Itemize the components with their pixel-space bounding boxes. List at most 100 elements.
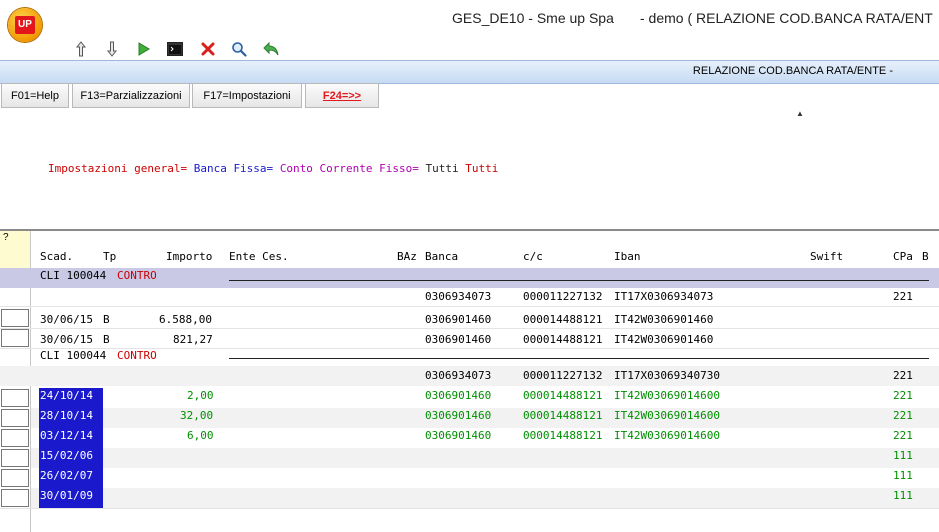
row-banca: 0306901460 — [425, 409, 492, 422]
conto-fisso-label: Conto Corrente Fisso= — [279, 162, 419, 175]
summary-iban: IT17X03069340730 — [614, 369, 720, 382]
row-select-checkbox[interactable] — [1, 449, 29, 467]
row-select-checkbox[interactable] — [1, 309, 29, 327]
row-select-checkbox[interactable] — [1, 489, 29, 507]
band-title: RELAZIONE COD.BANCA RATA/ENTE - — [692, 65, 893, 77]
row-scad: 03/12/14 — [40, 429, 93, 442]
row-iban: IT42W03069014600 — [614, 429, 720, 442]
row-importo: 32,00 — [180, 409, 214, 422]
row-scad: 26/02/07 — [40, 469, 93, 482]
row-cpa: 221 — [893, 389, 913, 402]
col-scad[interactable]: Scad. — [40, 250, 73, 263]
group-tag: CONTRO — [117, 349, 157, 362]
f24-more-button[interactable]: F24=>> — [305, 83, 379, 108]
row-scad: 30/01/09 — [40, 489, 93, 502]
col-banca[interactable]: Banca — [425, 250, 458, 263]
banca-fissa-value: Tutti — [425, 162, 459, 175]
summary-banca: 0306934073 — [425, 290, 492, 303]
row-iban: IT42W0306901460 — [614, 313, 714, 326]
row-scad: 15/02/06 — [40, 449, 93, 462]
col-baz[interactable]: BAz — [397, 250, 417, 263]
row-banca: 0306901460 — [425, 313, 492, 326]
close-icon[interactable] — [199, 40, 217, 58]
selection-header-label: ? — [3, 232, 9, 243]
row-select-checkbox[interactable] — [1, 429, 29, 447]
row-iban: IT42W0306901460 — [614, 333, 714, 346]
row-cpa: 111 — [893, 469, 913, 482]
row-importo: 821,27 — [173, 333, 213, 346]
row-banca: 0306901460 — [425, 389, 492, 402]
row-scad: 30/06/15 — [40, 333, 93, 346]
row-cpa: 111 — [893, 449, 913, 462]
row-select-checkbox[interactable] — [1, 329, 29, 347]
caret-up-icon: ▲ — [796, 109, 804, 118]
row-separator — [0, 508, 939, 509]
row-cc: 000014488121 — [523, 313, 603, 326]
terminal-icon[interactable] — [166, 40, 184, 58]
search-icon[interactable] — [230, 40, 248, 58]
row-cpa: 221 — [893, 429, 913, 442]
undo-icon[interactable] — [262, 40, 280, 58]
group-tag: CONTRO — [117, 269, 157, 282]
row-importo: 6.588,00 — [159, 313, 212, 326]
summary-cpa: 221 — [893, 369, 913, 382]
settings-label: Impostazioni general= — [48, 162, 188, 175]
row-importo: 2,00 — [187, 389, 214, 402]
play-icon[interactable] — [134, 40, 152, 58]
row-banca: 0306901460 — [425, 333, 492, 346]
summary-cpa: 221 — [893, 290, 913, 303]
group-client: CLI 100044 — [40, 349, 107, 362]
summary-iban: IT17X0306934073 — [614, 290, 714, 303]
row-stripe — [31, 448, 939, 468]
summary-cc: 000011227132 — [523, 369, 603, 382]
col-b[interactable]: B — [922, 250, 929, 263]
arrow-up-icon[interactable] — [72, 40, 90, 58]
row-tp: B — [103, 313, 110, 326]
col-cc[interactable]: c/c — [523, 250, 543, 263]
row-iban: IT42W03069014600 — [614, 389, 720, 402]
arrow-down-icon[interactable] — [103, 40, 121, 58]
row-iban: IT42W03069014600 — [614, 409, 720, 422]
row-separator — [0, 328, 939, 329]
row-stripe — [31, 488, 939, 508]
f01-help-button[interactable]: F01=Help — [1, 83, 69, 108]
settings-line: Impostazioni general= Banca Fissa= Conto… — [48, 162, 498, 175]
summary-banca: 0306934073 — [425, 369, 492, 382]
col-iban[interactable]: Iban — [614, 250, 641, 263]
conto-fisso-value: Tutti — [465, 162, 499, 175]
f17-impostazioni-button[interactable]: F17=Impostazioni — [192, 83, 302, 108]
row-select-checkbox[interactable] — [1, 409, 29, 427]
row-cc: 000014488121 — [523, 429, 603, 442]
row-cc: 000014488121 — [523, 333, 603, 346]
col-ente-ces[interactable]: Ente Ces. — [229, 250, 289, 263]
col-cpa[interactable]: CPa — [893, 250, 913, 263]
row-select-checkbox[interactable] — [1, 469, 29, 487]
row-cpa: 221 — [893, 409, 913, 422]
summary-cc: 000011227132 — [523, 290, 603, 303]
row-scad: 30/06/15 — [40, 313, 93, 326]
f13-parzializzazioni-button[interactable]: F13=Parzializzazioni — [72, 83, 190, 108]
col-tp[interactable]: Tp — [103, 250, 116, 263]
grid-top-border — [0, 229, 939, 231]
row-banca: 0306901460 — [425, 429, 492, 442]
row-cpa: 111 — [893, 489, 913, 502]
banca-fissa-label: Banca Fissa= — [193, 162, 274, 175]
app-title: GES_DE10 - Sme up Spa — [452, 10, 614, 26]
group-client: CLI 100044 — [40, 269, 107, 282]
row-scad: 28/10/14 — [40, 409, 93, 422]
app-logo: UP — [8, 8, 42, 42]
row-tp: B — [103, 333, 110, 346]
group-divider — [229, 280, 929, 281]
col-swift[interactable]: Swift — [810, 250, 843, 263]
row-select-checkbox[interactable] — [1, 389, 29, 407]
header-band: RELAZIONE COD.BANCA RATA/ENTE - — [0, 60, 939, 84]
row-cc: 000014488121 — [523, 409, 603, 422]
col-importo[interactable]: Importo — [166, 250, 212, 263]
group-divider — [229, 358, 929, 359]
row-separator — [0, 306, 939, 307]
row-importo: 6,00 — [187, 429, 214, 442]
row-cc: 000014488121 — [523, 389, 603, 402]
row-scad: 24/10/14 — [40, 389, 93, 402]
window-title: - demo ( RELAZIONE COD.BANCA RATA/ENT — [640, 10, 933, 26]
logo-text: UP — [15, 16, 35, 34]
